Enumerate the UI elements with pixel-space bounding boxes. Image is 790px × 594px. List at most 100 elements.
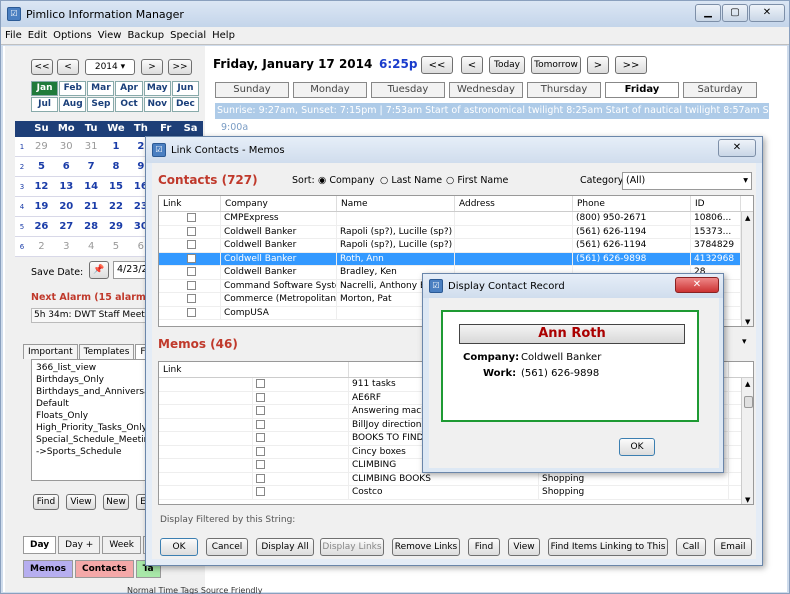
scroll-up-icon[interactable]: ▲ — [745, 380, 750, 388]
day-tab-tuesday[interactable]: Tuesday — [371, 82, 445, 98]
calendar-day[interactable]: 12 — [29, 177, 54, 197]
calendar-day[interactable]: 22 — [104, 197, 129, 217]
year-select[interactable]: 2014 ▾ — [85, 59, 135, 75]
link-checkbox[interactable] — [256, 460, 265, 469]
contacts-col-header[interactable]: Phone — [573, 196, 691, 211]
sort-company-radio[interactable]: ◉ Company — [318, 175, 375, 186]
month-jul[interactable]: Jul — [31, 97, 59, 112]
month-mar[interactable]: Mar — [87, 81, 115, 96]
month-jun[interactable]: Jun — [171, 81, 199, 96]
popup-close-icon[interactable]: ✕ — [675, 277, 719, 293]
day-prev2-button[interactable]: << — [421, 56, 453, 74]
calendar-day[interactable]: 21 — [79, 197, 104, 217]
find-button[interactable]: Find — [33, 494, 59, 510]
find-linking-button[interactable]: Find Items Linking to This — [548, 538, 668, 556]
sort-lastname-radio[interactable]: ○ Last Name — [380, 175, 442, 186]
link-checkbox[interactable] — [186, 213, 196, 222]
calendar-day[interactable]: 29 — [104, 217, 129, 237]
month-may[interactable]: May — [143, 81, 171, 96]
day-next2-button[interactable]: >> — [615, 56, 647, 74]
tab-contacts[interactable]: Contacts — [74, 560, 134, 578]
tab-week[interactable]: Week — [102, 536, 141, 554]
link-checkbox[interactable] — [256, 433, 265, 442]
month-oct[interactable]: Oct — [115, 97, 143, 112]
menu-view[interactable]: View — [98, 30, 122, 41]
dialog-close-icon[interactable]: ✕ — [718, 139, 756, 157]
table-row[interactable]: CMPExpress (800) 950-2671 10806... — [159, 212, 753, 226]
table-row[interactable]: Coldwell Banker Roth, Ann (561) 626-9898 41… — [159, 252, 753, 266]
day-prev-button[interactable]: < — [461, 56, 483, 74]
month-aug[interactable]: Aug — [59, 97, 87, 112]
year-next2-button[interactable]: >> — [168, 59, 192, 75]
month-apr[interactable]: Apr — [115, 81, 143, 96]
day-next-button[interactable]: > — [587, 56, 609, 74]
close-icon[interactable]: ✕ — [749, 4, 785, 22]
month-nov[interactable]: Nov — [143, 97, 171, 112]
day-tab-sunday[interactable]: Sunday — [215, 82, 289, 98]
link-checkbox[interactable] — [256, 487, 265, 496]
memos-col-header[interactable]: Link — [159, 362, 349, 377]
calendar-day[interactable]: 1 — [104, 137, 129, 157]
contacts-col-header[interactable]: Address — [455, 196, 573, 211]
calendar-day[interactable]: 5 — [104, 237, 129, 257]
day-tab-monday[interactable]: Monday — [293, 82, 367, 98]
display-links-button[interactable]: Display Links — [320, 538, 384, 556]
view-button[interactable]: View — [66, 494, 96, 510]
contacts-col-header[interactable]: ID — [691, 196, 741, 211]
cancel-button[interactable]: Cancel — [206, 538, 248, 556]
day-tab-thursday[interactable]: Thursday — [527, 82, 601, 98]
popup-ok-button[interactable]: OK — [619, 438, 655, 456]
menu-special[interactable]: Special — [170, 30, 206, 41]
tab-day[interactable]: Day — [23, 536, 57, 554]
dialog-view-button[interactable]: View — [508, 538, 540, 556]
call-button[interactable]: Call — [676, 538, 706, 556]
menu-options[interactable]: Options — [53, 30, 92, 41]
memos-select-chevron-icon[interactable]: ▾ — [742, 337, 747, 347]
scroll-down-icon[interactable]: ▼ — [745, 318, 750, 326]
day-tab-friday[interactable]: Friday — [605, 82, 679, 98]
calendar-day[interactable]: 20 — [54, 197, 79, 217]
link-checkbox[interactable] — [186, 267, 196, 276]
calendar-day[interactable]: 6 — [54, 157, 79, 177]
link-checkbox[interactable] — [256, 392, 265, 402]
calendar-day[interactable]: 27 — [54, 217, 79, 237]
dialog-find-button[interactable]: Find — [468, 538, 500, 556]
link-checkbox[interactable] — [256, 473, 265, 483]
link-checkbox[interactable] — [186, 294, 196, 303]
category-select[interactable]: (All) ▾ — [622, 172, 752, 190]
new-button[interactable]: New — [103, 494, 129, 510]
link-checkbox[interactable] — [256, 406, 265, 415]
ok-button[interactable]: OK — [160, 538, 198, 556]
calendar-day[interactable]: 26 — [29, 217, 54, 237]
link-checkbox[interactable] — [186, 280, 196, 290]
table-row[interactable]: Coldwell Banker Rapoli (sp?), Lucille (sp… — [159, 239, 753, 253]
year-prev-button[interactable]: < — [57, 59, 79, 75]
calendar-day[interactable]: 13 — [54, 177, 79, 197]
calendar-day[interactable]: 8 — [104, 157, 129, 177]
scroll-down-icon[interactable]: ▼ — [745, 496, 750, 504]
calendar-day[interactable]: 7 — [79, 157, 104, 177]
link-checkbox[interactable] — [186, 240, 196, 249]
calendar-day[interactable]: 30 — [54, 137, 79, 157]
contacts-col-header[interactable]: Company — [221, 196, 337, 211]
month-jan[interactable]: Jan — [31, 81, 59, 96]
link-checkbox[interactable] — [256, 379, 265, 388]
display-all-button[interactable]: Display All — [256, 538, 314, 556]
link-checkbox[interactable] — [186, 226, 196, 236]
sort-firstname-radio[interactable]: ○ First Name — [446, 175, 508, 186]
year-prev2-button[interactable]: << — [31, 59, 53, 75]
pin-icon[interactable]: 📌 — [89, 261, 109, 279]
calendar-day[interactable]: 2 — [29, 237, 54, 257]
month-dec[interactable]: Dec — [171, 97, 199, 112]
scroll-up-icon[interactable]: ▲ — [745, 214, 750, 222]
email-button[interactable]: Email — [714, 538, 752, 556]
calendar-day[interactable]: 3 — [54, 237, 79, 257]
calendar-day[interactable]: 4 — [79, 237, 104, 257]
calendar-day[interactable]: 14 — [79, 177, 104, 197]
table-row[interactable]: Costco Shopping — [159, 486, 753, 500]
contacts-col-header[interactable]: Name — [337, 196, 455, 211]
menu-backup[interactable]: Backup — [127, 30, 164, 41]
minimize-icon[interactable]: ▁ — [695, 4, 721, 22]
scroll-thumb[interactable] — [744, 396, 753, 408]
menu-help[interactable]: Help — [212, 30, 235, 41]
